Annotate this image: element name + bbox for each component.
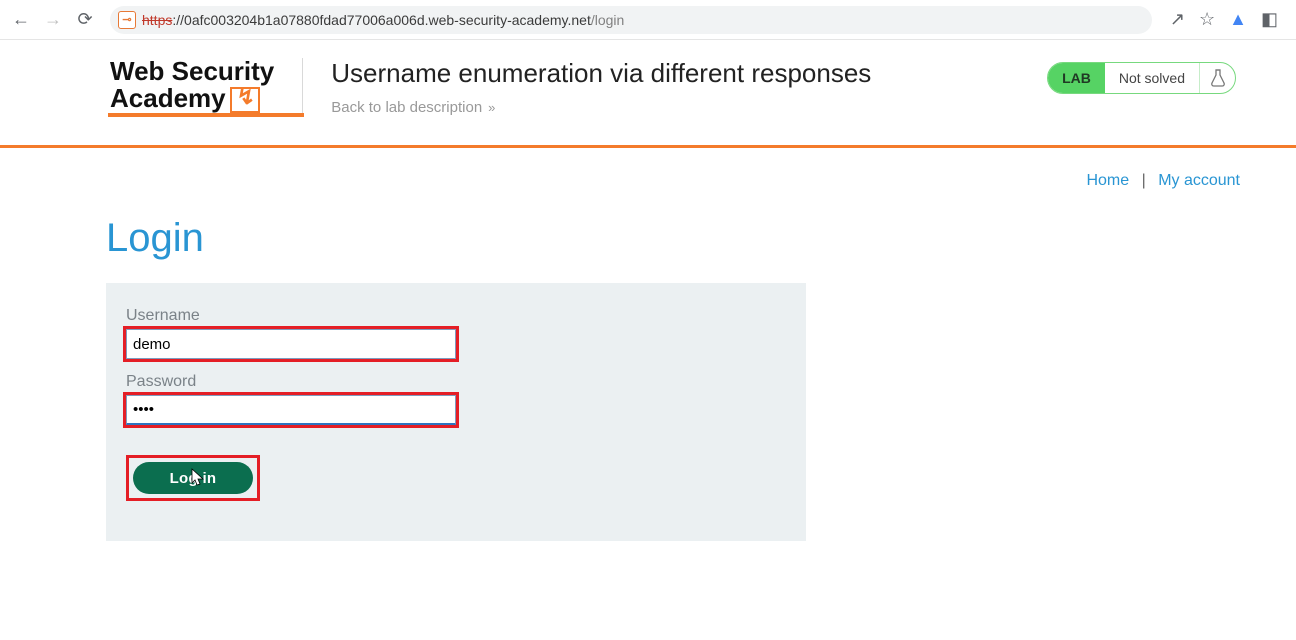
reload-button[interactable]: ⟳	[74, 9, 96, 31]
flask-icon	[1199, 63, 1235, 93]
my-account-link[interactable]: My account	[1158, 172, 1240, 189]
bolt-icon	[230, 87, 260, 113]
extension-icon[interactable]: ▲	[1229, 9, 1247, 30]
username-label: Username	[126, 307, 786, 325]
address-bar[interactable]: ⊸ https://0afc003204b1a07880fdad77006a00…	[110, 6, 1152, 34]
side-panel-icon[interactable]: ◧	[1261, 9, 1278, 30]
logo-line-1: Web Security	[110, 56, 274, 86]
password-input[interactable]	[126, 395, 456, 425]
lab-status-text: Not solved	[1105, 70, 1199, 86]
page-title: Login	[106, 216, 1240, 261]
wsa-logo: Web Security Academy	[110, 58, 274, 113]
share-icon[interactable]: ↗	[1170, 9, 1185, 30]
back-to-description-link[interactable]: Back to lab description »	[331, 99, 489, 116]
url-text: https://0afc003204b1a07880fdad77006a006d…	[142, 12, 624, 28]
login-button[interactable]: Log in	[133, 462, 253, 494]
logo-line-2: Academy	[110, 83, 226, 113]
forward-button[interactable]: →	[42, 9, 64, 31]
chevron-right-icon: »	[488, 100, 489, 115]
bookmark-icon[interactable]: ☆	[1199, 9, 1215, 30]
lab-title: Username enumeration via different respo…	[331, 58, 871, 89]
page: Web Security Academy Username enumeratio…	[0, 40, 1296, 541]
back-button[interactable]: ←	[10, 9, 32, 31]
lab-status-pill: LAB Not solved	[1047, 62, 1236, 94]
browser-toolbar: ← → ⟳ ⊸ https://0afc003204b1a07880fdad77…	[0, 0, 1296, 40]
nav-separator: |	[1142, 172, 1146, 189]
password-label: Password	[126, 373, 786, 391]
lab-badge: LAB	[1048, 63, 1105, 93]
login-form: Username Password Log in	[106, 283, 806, 541]
login-button-highlight: Log in	[126, 455, 260, 501]
top-nav-links: Home | My account	[106, 148, 1240, 196]
username-input[interactable]	[126, 329, 456, 359]
site-identity-icon[interactable]: ⊸	[118, 11, 136, 29]
home-link[interactable]: Home	[1086, 172, 1129, 189]
browser-actions: ↗ ☆ ▲ ◧	[1162, 9, 1286, 30]
content: Home | My account Login Username Passwor…	[0, 148, 1296, 541]
